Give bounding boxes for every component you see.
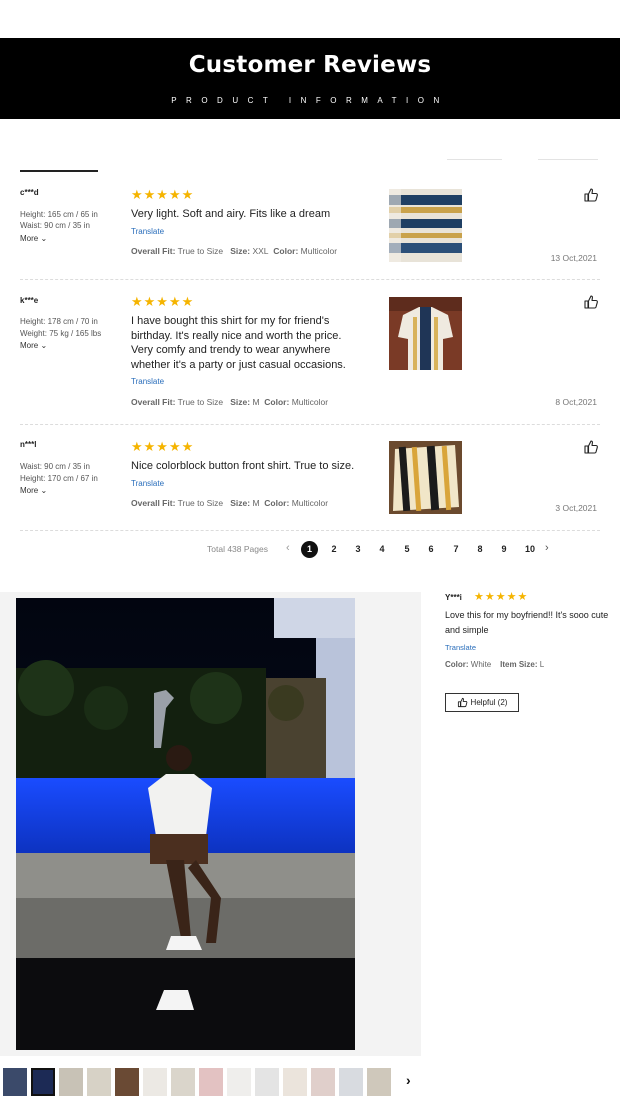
more-toggle[interactable]: More ⌄	[20, 486, 47, 495]
more-toggle[interactable]: More ⌄	[20, 234, 47, 243]
photo-thumbnail[interactable]	[367, 1068, 391, 1096]
photo-thumbnail[interactable]	[171, 1068, 195, 1096]
filter-tab-divider	[447, 159, 502, 160]
pagination-page[interactable]: 3	[351, 544, 365, 554]
rating-stars: ★★★★★	[131, 294, 195, 309]
reviewer-waist: Waist: 90 cm / 35 in	[20, 221, 90, 230]
review-text-line: birthday. It's really nice and worth the…	[131, 329, 342, 342]
photo-thumbnail[interactable]	[59, 1068, 83, 1096]
review-text-line: Nice colorblock button front shirt. True…	[131, 460, 355, 472]
review-photo[interactable]	[389, 189, 462, 262]
photo-thumbnail[interactable]	[311, 1068, 335, 1096]
translate-link[interactable]: Translate	[131, 227, 164, 236]
thumbs-up-icon[interactable]	[583, 187, 599, 203]
thumbs-up-icon[interactable]	[583, 294, 599, 310]
review-text-line: whether it's a party or just casual occa…	[131, 358, 346, 371]
pagination-page[interactable]: 6	[424, 544, 438, 554]
reviewer-name: n***l	[20, 440, 37, 449]
photo-thumbnail[interactable]	[255, 1068, 279, 1096]
translate-link[interactable]: Translate	[131, 377, 164, 386]
active-tab-indicator[interactable]	[20, 170, 98, 172]
rating-stars: ★★★★★	[131, 187, 195, 202]
pagination-next-icon[interactable]: ›	[545, 542, 549, 554]
review-text: Very light. Soft and airy. Fits like a d…	[131, 207, 371, 222]
reviewer-waist: Waist: 90 cm / 35 in	[20, 462, 90, 471]
rating-stars: ★★★★★	[131, 439, 195, 454]
helpful-button[interactable]: Helpful (2)	[445, 693, 519, 712]
chevron-right-icon[interactable]: ›	[406, 1072, 411, 1088]
review-text-line: and simple	[445, 624, 489, 635]
pagination-page[interactable]: 10	[520, 544, 540, 554]
review-text-line: Very comfy and trendy to wear anywhere	[131, 344, 331, 356]
pagination-page[interactable]: 5	[400, 544, 414, 554]
translate-link[interactable]: Translate	[445, 643, 476, 652]
reviewer-weight: Weight: 75 kg / 165 lbs	[20, 329, 102, 338]
translate-link[interactable]: Translate	[131, 479, 164, 488]
thumbs-up-icon	[457, 697, 467, 708]
reviewer-height: Height: 170 cm / 67 in	[20, 474, 98, 483]
review-date: 3 Oct,2021	[555, 503, 597, 513]
banner-title: Customer Reviews	[188, 52, 432, 78]
review-text: Love this for my boyfriend!! It's sooo c…	[445, 608, 617, 637]
pagination-page[interactable]: 9	[497, 544, 511, 554]
photo-thumbnail[interactable]	[339, 1068, 363, 1096]
pagination-page[interactable]: 2	[327, 544, 341, 554]
more-toggle[interactable]: More ⌄	[20, 341, 47, 350]
pagination-page[interactable]: 8	[473, 544, 487, 554]
photo-thumbnail[interactable]	[199, 1068, 223, 1096]
pagination-page[interactable]: 7	[449, 544, 463, 554]
thumbs-up-icon[interactable]	[583, 439, 599, 455]
rating-stars: ★★★★★	[474, 591, 529, 603]
filter-tab-divider	[538, 159, 598, 160]
review-text-line: Very light. Soft and airy. Fits like a d…	[131, 208, 331, 220]
review-photo[interactable]	[389, 441, 462, 514]
review-text-line: Love this for my boyfriend!! It's sooo c…	[445, 610, 609, 620]
review-text-line: I have bought this shirt for my for frie…	[131, 315, 330, 327]
review-fit-info: Overall Fit: True to Size Size: M Color:…	[131, 498, 329, 508]
reviewer-name: Y***i	[445, 593, 462, 602]
pagination-page[interactable]: 4	[375, 544, 389, 554]
photo-thumbnail-active[interactable]	[31, 1068, 55, 1096]
review-main-photo[interactable]	[16, 598, 355, 1050]
review-item-info: Color: White Item Size: L	[445, 660, 545, 669]
reviewer-name: k***e	[20, 296, 39, 305]
photo-thumbnail[interactable]	[283, 1068, 307, 1096]
banner-subtitle: PRODUCT INFORMATION	[171, 96, 449, 105]
review-fit-info: Overall Fit: True to Size Size: XXL Colo…	[131, 246, 338, 256]
pagination-total: Total 438 Pages	[207, 544, 268, 554]
pagination-prev-icon[interactable]: ‹	[286, 542, 290, 554]
photo-thumbnail[interactable]	[115, 1068, 139, 1096]
review-fit-info: Overall Fit: True to Size Size: M Color:…	[131, 397, 329, 407]
review-divider	[20, 279, 600, 280]
pagination-page-current[interactable]: 1	[301, 541, 318, 558]
reviews-banner	[0, 38, 620, 119]
helpful-label: Helpful (2)	[470, 698, 508, 707]
review-photo[interactable]	[389, 297, 462, 370]
reviewer-name: c***d	[20, 188, 39, 197]
review-divider	[20, 424, 600, 425]
photo-thumbnail[interactable]	[87, 1068, 111, 1096]
review-date: 8 Oct,2021	[555, 397, 597, 407]
reviewer-height: Height: 178 cm / 70 in	[20, 317, 98, 326]
review-divider	[20, 530, 600, 531]
review-text: Nice colorblock button front shirt. True…	[131, 459, 371, 474]
photo-thumbnail[interactable]	[143, 1068, 167, 1096]
review-text: I have bought this shirt for my for frie…	[131, 314, 371, 372]
review-date: 13 Oct,2021	[550, 253, 597, 263]
photo-thumbnail[interactable]	[3, 1068, 27, 1096]
photo-thumbnail[interactable]	[227, 1068, 251, 1096]
